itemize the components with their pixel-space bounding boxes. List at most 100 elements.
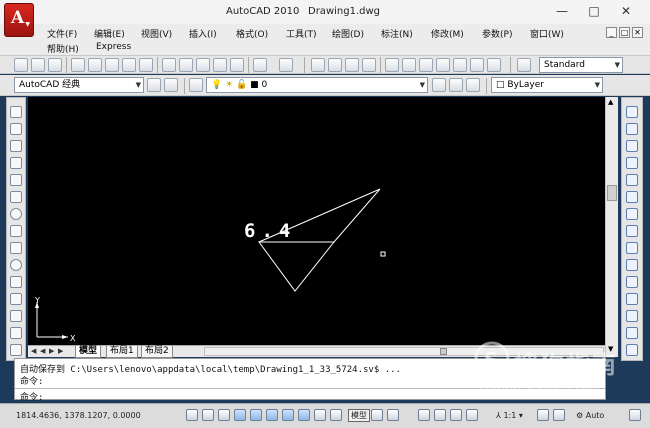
horizontal-scroll-thumb[interactable] xyxy=(440,348,447,355)
menu-express[interactable]: Express xyxy=(96,42,131,52)
fillet-icon[interactable] xyxy=(626,344,638,356)
workspace-save-icon[interactable] xyxy=(164,78,178,92)
annotation-visibility-icon[interactable] xyxy=(537,409,549,421)
menu-tools[interactable]: 工具(T) xyxy=(286,27,317,40)
quick-view-layouts-icon[interactable] xyxy=(371,409,383,421)
auto-scale-icon[interactable] xyxy=(553,409,565,421)
break-icon[interactable] xyxy=(626,293,638,305)
point-icon[interactable] xyxy=(10,327,22,339)
annotation-text[interactable]: 6.4 xyxy=(244,220,296,242)
make-block-icon[interactable] xyxy=(10,310,22,322)
zoom-window-icon[interactable] xyxy=(345,58,359,72)
quick-view-drawings-icon[interactable] xyxy=(387,409,399,421)
ellipse-icon[interactable] xyxy=(10,259,22,271)
revision-cloud-icon[interactable] xyxy=(10,225,22,237)
copy-clip-icon[interactable] xyxy=(179,58,193,72)
object-snap-icon[interactable] xyxy=(250,409,262,421)
scroll-up-icon[interactable]: ▲ xyxy=(608,98,613,106)
zoom-realtime-icon[interactable] xyxy=(328,58,342,72)
vertical-scrollbar[interactable]: ▲ ▼ xyxy=(605,97,618,357)
menu-edit[interactable]: 编辑(E) xyxy=(94,27,125,40)
zoom-status-icon[interactable] xyxy=(434,409,446,421)
match-properties-icon[interactable] xyxy=(213,58,227,72)
tab-layout1[interactable]: 布局1 xyxy=(106,346,138,358)
construction-line-icon[interactable] xyxy=(10,123,22,135)
print-icon[interactable] xyxy=(71,58,85,72)
menu-parametric[interactable]: 参数(P) xyxy=(482,27,512,40)
stretch-icon[interactable] xyxy=(626,242,638,254)
erase-icon[interactable] xyxy=(626,106,638,118)
markup-icon[interactable] xyxy=(453,58,467,72)
rectangle-icon[interactable] xyxy=(10,174,22,186)
design-center-icon[interactable] xyxy=(402,58,416,72)
new-icon[interactable] xyxy=(14,58,28,72)
dwf-icon[interactable] xyxy=(139,58,153,72)
pan-status-icon[interactable] xyxy=(418,409,430,421)
cut-icon[interactable] xyxy=(162,58,176,72)
make-current-layer-icon[interactable] xyxy=(432,78,446,92)
3d-print-icon[interactable] xyxy=(122,58,136,72)
doc-restore-button[interactable]: □ xyxy=(619,27,630,38)
array-icon[interactable] xyxy=(626,174,638,186)
prev-tab-icon[interactable]: ◀ xyxy=(40,347,45,355)
polar-tracking-icon[interactable] xyxy=(234,409,246,421)
doc-close-button[interactable]: ✕ xyxy=(632,27,643,38)
tab-model[interactable]: 模型 xyxy=(75,346,102,358)
menu-window[interactable]: 窗口(W) xyxy=(530,27,564,40)
copy-icon[interactable] xyxy=(626,123,638,135)
menu-draw[interactable]: 绘图(D) xyxy=(332,27,364,40)
quickcalc-icon[interactable] xyxy=(470,58,484,72)
polyline-icon[interactable] xyxy=(10,140,22,152)
hatch-icon[interactable] xyxy=(10,344,22,356)
menu-insert[interactable]: 插入(I) xyxy=(189,27,217,40)
object-snap-tracking-icon[interactable] xyxy=(266,409,278,421)
insert-block-icon[interactable] xyxy=(10,293,22,305)
scroll-down-icon[interactable]: ▼ xyxy=(608,345,613,353)
sheet-set-icon[interactable] xyxy=(436,58,450,72)
workspace-settings-icon[interactable] xyxy=(147,78,161,92)
rotate-icon[interactable] xyxy=(626,208,638,220)
command-input[interactable]: 命令: xyxy=(15,388,605,403)
color-dropdown[interactable]: □ ByLayer ▼ xyxy=(491,77,603,93)
maximize-button[interactable]: □ xyxy=(587,4,601,18)
horizontal-scrollbar[interactable] xyxy=(204,347,604,356)
print-preview-icon[interactable] xyxy=(88,58,102,72)
annotation-scale-label[interactable]: ⅄ 1:1 ▾ xyxy=(496,411,523,420)
menu-dimension[interactable]: 标注(N) xyxy=(381,27,413,40)
spline-icon[interactable] xyxy=(10,242,22,254)
quick-properties-icon[interactable] xyxy=(330,409,342,421)
dynamic-input-icon[interactable] xyxy=(298,409,310,421)
close-button[interactable]: ✕ xyxy=(619,4,633,18)
pan-icon[interactable] xyxy=(311,58,325,72)
tool-palettes-icon[interactable] xyxy=(419,58,433,72)
workspace-dropdown[interactable]: AutoCAD 经典 ▼ xyxy=(14,77,144,93)
doc-minimize-button[interactable]: _ xyxy=(606,27,617,38)
text-style-icon[interactable] xyxy=(517,58,531,72)
open-icon[interactable] xyxy=(31,58,45,72)
circle-icon[interactable] xyxy=(10,208,22,220)
move-icon[interactable] xyxy=(626,191,638,203)
save-icon[interactable] xyxy=(48,58,62,72)
layer-states-icon[interactable] xyxy=(466,78,480,92)
menu-view[interactable]: 视图(V) xyxy=(141,27,172,40)
block-editor-icon[interactable] xyxy=(230,58,244,72)
application-menu-button[interactable]: A ▼ xyxy=(4,3,34,37)
coordinates-readout[interactable]: 1814.4636, 1378.1207, 0.0000 xyxy=(16,411,141,420)
redo-icon[interactable] xyxy=(279,58,293,72)
line-icon[interactable] xyxy=(10,106,22,118)
menu-help[interactable]: 帮助(H) xyxy=(47,42,79,55)
ortho-mode-icon[interactable] xyxy=(218,409,230,421)
tab-layout2[interactable]: 布局2 xyxy=(141,346,173,358)
drawing-area[interactable]: 6.4 Y X xyxy=(28,97,605,345)
clean-screen-icon[interactable] xyxy=(629,409,641,421)
menu-file[interactable]: 文件(F) xyxy=(47,27,77,40)
first-tab-icon[interactable]: ◀ xyxy=(31,347,36,355)
help-icon[interactable] xyxy=(487,58,501,72)
grid-display-icon[interactable] xyxy=(202,409,214,421)
lineweight-icon[interactable] xyxy=(314,409,326,421)
menu-modify[interactable]: 修改(M) xyxy=(431,27,464,40)
vertical-scroll-thumb[interactable] xyxy=(607,185,617,201)
ellipse-arc-icon[interactable] xyxy=(10,276,22,288)
undo-icon[interactable] xyxy=(253,58,267,72)
snap-mode-icon[interactable] xyxy=(186,409,198,421)
